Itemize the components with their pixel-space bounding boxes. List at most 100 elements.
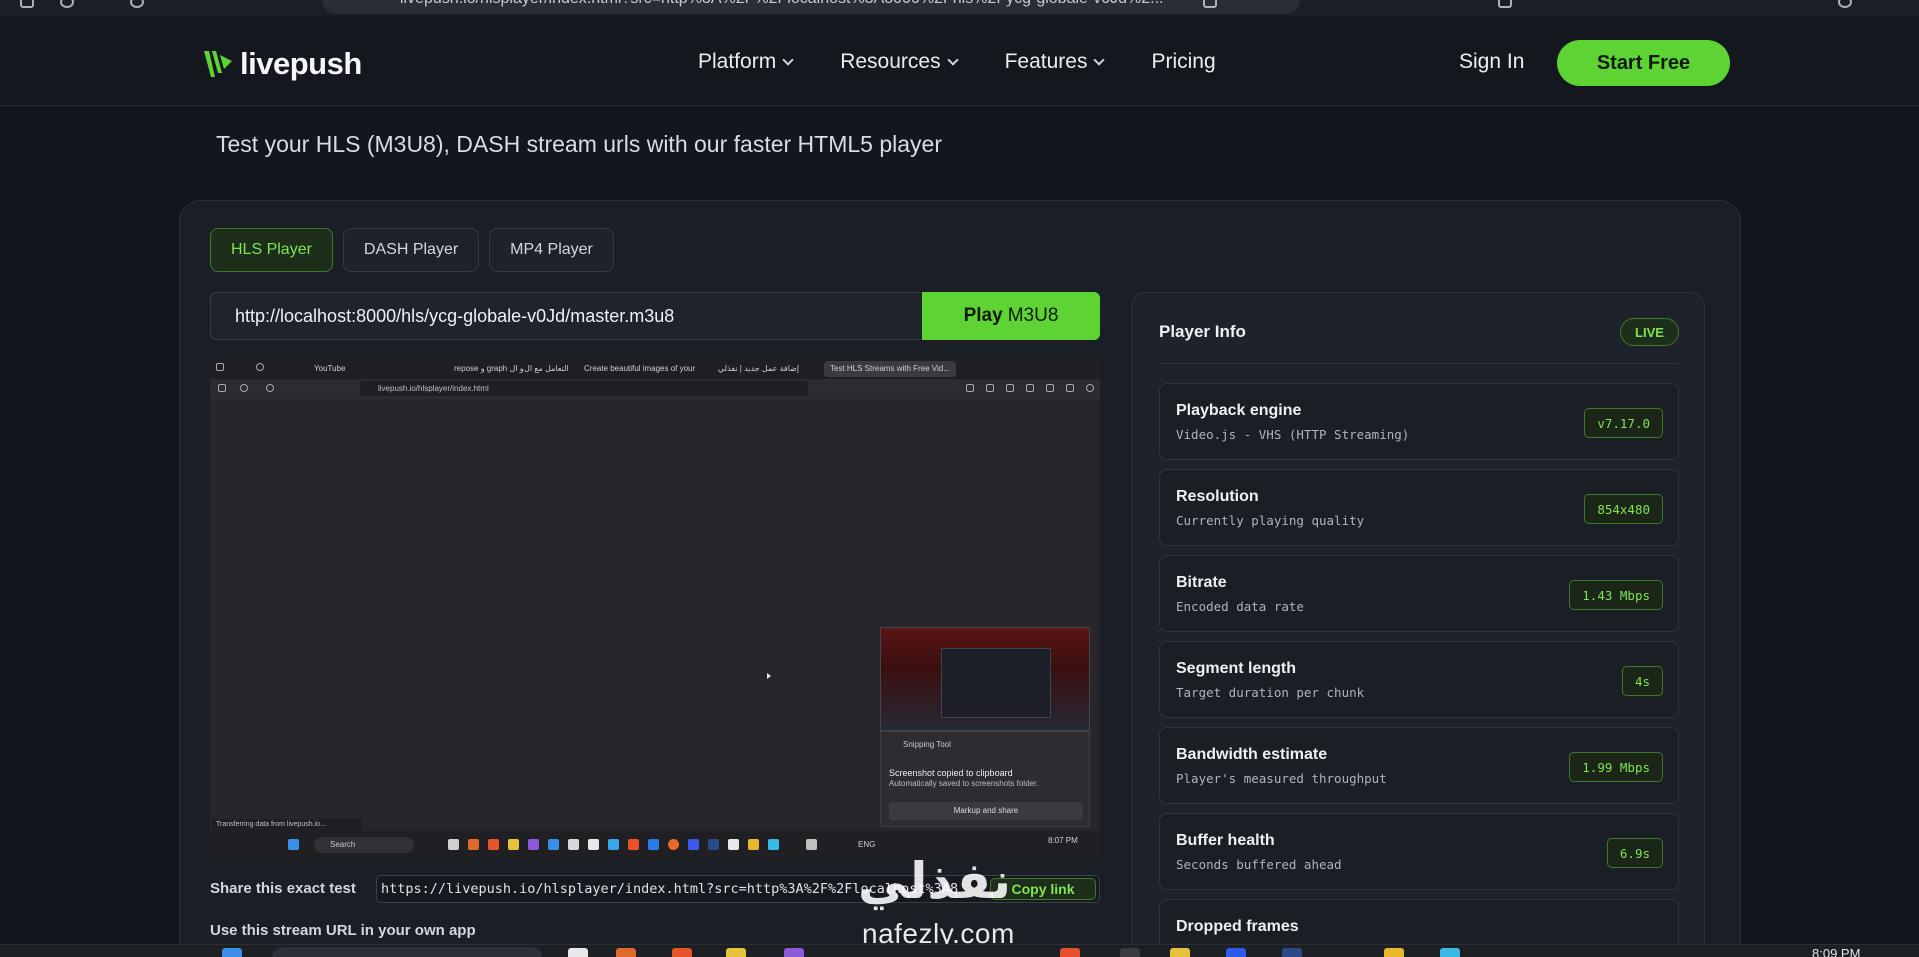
info-value: 1.43 Mbps [1569,580,1663,610]
player-screen-search: Search [314,837,414,853]
player-screen-tab: التعامل مع ال [524,364,569,373]
notion-icon [588,839,599,850]
info-value: 854x480 [1584,494,1663,524]
nav-label: Pricing [1151,50,1216,73]
windows-start-icon[interactable] [222,948,242,957]
player-info-list: Playback engine Video.js - VHS (HTTP Str… [1159,383,1679,957]
extension-icon [1066,384,1074,392]
app-icon[interactable] [1226,948,1246,957]
site-header: livepush Platform Resources Features Pri… [0,16,1919,106]
snipping-tool-toast: Snipping Tool Screenshot copied to clipb… [880,731,1090,827]
close-icon [266,384,274,392]
steam-icon [708,839,719,850]
player-info-title: Player Info [1159,322,1246,341]
watermark-arabic: نفذلي [858,852,1012,910]
extension-icon[interactable] [1498,0,1512,8]
app-icon[interactable] [1440,948,1460,957]
tray-clock: 8:07 PM [1048,836,1078,845]
info-label: Dropped frames [1176,918,1299,935]
app-icon [448,839,459,850]
nav-pricing[interactable]: Pricing [1151,50,1215,74]
start-free-button[interactable]: Start Free [1557,40,1730,86]
firefox-icon [668,839,679,850]
reload-icon[interactable] [130,0,144,8]
window-icon [216,363,224,371]
snip-title: Screenshot copied to clipboard [889,768,1013,778]
app-icon[interactable] [1060,948,1080,957]
app-icon[interactable] [1170,948,1190,957]
player-screen-tabbar: YouTube repose و graph و ال التعامل مع ا… [210,357,1100,379]
play-label: Play [963,305,1003,326]
os-clock: 8:09 PM [1812,946,1861,957]
folder-icon[interactable] [726,948,746,957]
app-icon [628,839,639,850]
info-sub: Currently playing quality [1176,513,1365,528]
steam-icon[interactable] [1282,948,1302,957]
share-label: Share this exact test [210,880,356,897]
player-screen-status: Transferring data from livepush.io... [212,819,362,831]
tab-dash-player[interactable]: DASH Player [342,228,480,272]
app-icon [728,839,739,850]
browser-icon [256,363,264,371]
stream-url-input[interactable] [210,292,922,340]
snip-app-name: Snipping Tool [903,740,951,749]
info-value: 4s [1621,666,1663,696]
info-label: Bitrate [1176,574,1227,591]
nav-features[interactable]: Features [1004,50,1106,74]
nav-platform[interactable]: Platform [698,50,794,74]
info-value: v7.17.0 [1584,408,1663,438]
player-screen-address: livepush.io/hlsplayer/index.html [360,381,808,396]
tab-hls-player[interactable]: HLS Player [210,228,333,272]
info-item-segment-length: Segment length Target duration per chunk… [1159,641,1679,718]
nav-label: Features [1004,50,1088,73]
nafezly-watermark: نفذلي nafezly.com [858,852,1058,952]
info-item-bandwidth-estimate: Bandwidth estimate Player's measured thr… [1159,727,1679,804]
address-bar[interactable]: livepush.io/hlsplayer/index.html?src=htt… [322,0,1300,14]
app-icon[interactable] [672,948,692,957]
app-icon[interactable] [568,948,588,957]
os-search-box[interactable] [272,947,542,957]
use-url-heading: Use this stream URL in your own app [210,922,476,939]
info-value: 1.99 Mbps [1569,752,1663,782]
app-icon[interactable] [784,948,804,957]
livepush-logo-icon [204,51,232,77]
app-icon [608,839,619,850]
browser-toolbar: livepush.io/hlsplayer/index.html?src=htt… [0,0,1919,16]
page-tagline: Test your HLS (M3U8), DASH stream urls w… [216,131,942,157]
player-screen-tab: Create beautiful images of your [584,364,696,373]
profile-icon[interactable] [1838,0,1852,8]
info-sub: Encoded data rate [1176,599,1304,614]
nav-resources[interactable]: Resources [840,50,959,74]
live-badge: LIVE [1620,318,1679,346]
tab-mp4-player[interactable]: MP4 Player [489,228,614,272]
nav-label: Platform [698,50,777,73]
app-icon [688,839,699,850]
back-icon[interactable] [60,0,74,8]
info-sub: Player's measured throughput [1176,771,1387,786]
play-m3u8-button[interactable]: Play M3U8 [922,292,1100,340]
info-item-buffer-health: Buffer health Seconds buffered ahead 6.9… [1159,813,1679,890]
extension-icon[interactable] [1203,0,1217,8]
info-item-playback-engine: Playback engine Video.js - VHS (HTTP Str… [1159,383,1679,460]
nav-label: Resources [840,50,941,73]
player-screen-tab: Test HLS Streams with Free Vid... [824,361,956,377]
app-icon[interactable] [1120,948,1140,957]
chevron-down-icon [782,54,794,66]
logo-text: livepush [240,46,362,81]
app-icon[interactable] [616,948,636,957]
app-icon [568,839,579,850]
app-icon [648,839,659,850]
video-player[interactable]: YouTube repose و graph و ال التعامل مع ا… [210,357,1100,859]
app-icon[interactable] [1384,948,1404,957]
logo[interactable]: livepush [202,46,362,82]
sign-in-link[interactable]: Sign In [1459,50,1524,74]
info-label: Bandwidth estimate [1176,746,1328,763]
download-icon [966,384,974,392]
info-label: Playback engine [1176,402,1302,419]
main-nav: Platform Resources Features Pricing [698,50,1216,74]
chevron-down-icon [946,54,959,66]
info-sub: Video.js - VHS (HTTP Streaming) [1176,427,1410,442]
app-icon [528,839,539,850]
mouse-cursor-icon [767,673,771,679]
window-icon[interactable] [20,0,34,8]
